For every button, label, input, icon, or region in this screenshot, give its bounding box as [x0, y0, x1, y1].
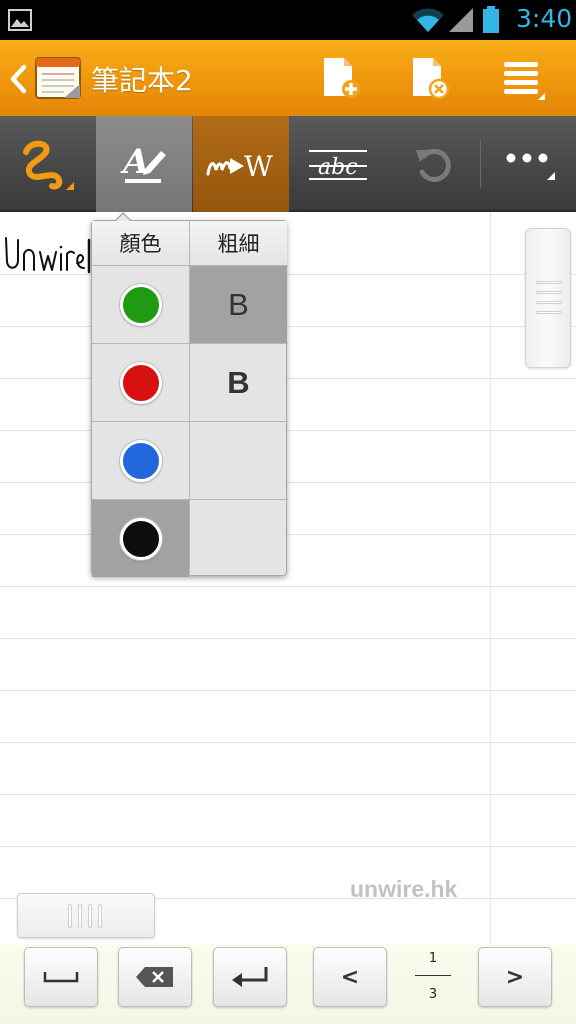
current-page: 1 [428, 951, 438, 966]
margin-line [490, 212, 491, 952]
bold-width-label: B [227, 364, 250, 400]
space-icon [43, 972, 79, 983]
strikethrough-abc-icon: abc [309, 150, 367, 180]
status-bar: 3:40 [0, 0, 576, 40]
signal-icon [449, 8, 473, 32]
menu-button[interactable] [498, 54, 546, 102]
previous-page-button[interactable]: < [313, 947, 387, 1007]
tool-bar: A W abc [0, 116, 576, 212]
next-page-button[interactable]: > [478, 947, 552, 1007]
color-option-green[interactable] [92, 266, 189, 343]
more-button[interactable] [482, 116, 576, 212]
red-color-swatch [119, 361, 162, 404]
app-bar: 筆記本2 [0, 40, 576, 116]
strikethrough-tool-button[interactable]: abc [290, 116, 386, 212]
grip-line [536, 281, 562, 284]
svg-text:A: A [120, 142, 149, 182]
bottom-bar: < 1 3 > [0, 944, 576, 1024]
grip-line [78, 904, 82, 928]
color-option-red[interactable] [92, 344, 189, 421]
grip-line [536, 311, 562, 314]
handwriting-to-text-icon: W [206, 150, 273, 183]
undo-icon [416, 148, 451, 182]
back-icon[interactable] [8, 64, 28, 94]
svg-text:W: W [244, 150, 273, 183]
black-color-swatch [119, 517, 162, 560]
handwriting-convert-button[interactable]: W [193, 116, 289, 212]
horizontal-scroll-handle[interactable] [17, 893, 155, 938]
color-option-black[interactable] [92, 500, 189, 577]
vertical-scroll-handle[interactable] [525, 228, 571, 368]
backspace-icon [136, 967, 173, 987]
blue-color-swatch [119, 439, 162, 482]
enter-button[interactable] [213, 947, 287, 1007]
grip-line [536, 301, 562, 304]
new-page-icon [324, 58, 360, 98]
chevron-left-icon: < [340, 964, 360, 990]
grip-line [536, 291, 562, 294]
backspace-button[interactable] [118, 947, 192, 1007]
delete-page-icon [413, 58, 450, 100]
grip-line [98, 904, 102, 928]
svg-text:abc: abc [318, 155, 358, 180]
space-button[interactable] [24, 947, 98, 1007]
undo-button[interactable] [386, 116, 482, 212]
color-header: 顏色 [92, 221, 189, 265]
total-pages: 3 [428, 987, 438, 1002]
width-option-thin[interactable]: B [190, 266, 287, 343]
thin-width-label: B [228, 286, 249, 322]
pen-style-popup: 顏色 粗細 B B [91, 212, 288, 577]
wifi-icon [412, 8, 444, 32]
page-indicator: 1 3 [413, 949, 453, 1007]
battery-icon [483, 6, 499, 33]
pen-tool-button[interactable] [0, 116, 95, 212]
notebook-title: 筆記本2 [91, 64, 193, 97]
chevron-right-icon: > [505, 964, 525, 990]
width-header: 粗細 [190, 221, 287, 265]
watermark: unwire.hk [350, 876, 458, 902]
page-fraction-line [415, 975, 451, 976]
width-option-empty [190, 500, 287, 577]
enter-icon [232, 967, 268, 987]
notebook-app-icon[interactable] [34, 56, 82, 100]
text-style-tool-button[interactable]: A [96, 116, 192, 212]
image-notification-icon [8, 9, 32, 31]
toolbar-separator [480, 140, 481, 188]
grip-line [68, 904, 72, 928]
delete-page-button[interactable] [405, 54, 453, 102]
handwriting-stroke [5, 237, 91, 274]
text-style-icon: A [120, 142, 166, 183]
clock: 3:40 [516, 4, 573, 33]
new-page-button[interactable] [316, 54, 364, 102]
menu-icon [504, 62, 545, 100]
width-option-bold[interactable]: B [190, 344, 287, 421]
green-color-swatch [119, 283, 162, 326]
pen-icon [22, 140, 74, 190]
grip-line [88, 904, 92, 928]
color-option-blue[interactable] [92, 422, 189, 499]
more-icon [506, 153, 555, 180]
width-option-empty [190, 422, 287, 499]
